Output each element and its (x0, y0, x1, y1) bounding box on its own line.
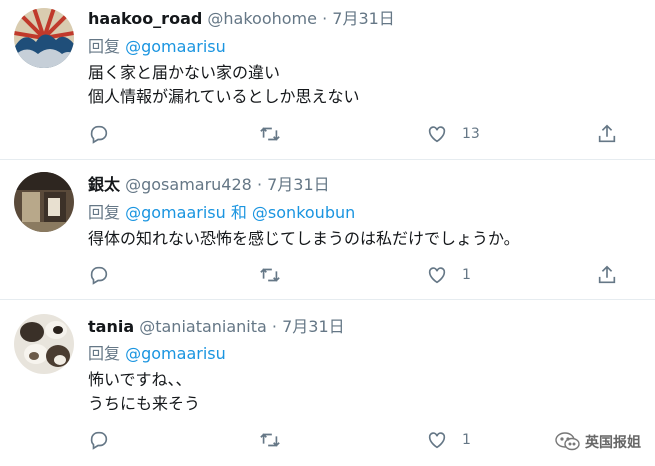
reply-context: 回复 @gomaarisu 和 @sonkoubun (88, 202, 355, 224)
user-handle[interactable]: @taniatanianita (139, 317, 267, 336)
separator-dot: · (256, 175, 263, 194)
avatar[interactable] (14, 8, 74, 68)
display-name[interactable]: haakoo_road (88, 9, 202, 28)
like-button[interactable]: 1 (426, 263, 471, 287)
reply-icon (90, 266, 108, 285)
reply-context: 回复 @gomaarisu (88, 343, 226, 365)
tweet-date[interactable]: 7月31日 (267, 175, 330, 194)
share-button[interactable] (596, 122, 618, 146)
tweet-text-line: 個人情報が漏れているとしか思えない (88, 87, 360, 106)
tweet-text-line: 怖いですね、、 (88, 370, 192, 389)
retweet-button[interactable] (258, 122, 282, 146)
retweet-icon (260, 268, 280, 282)
share-button[interactable] (596, 263, 618, 287)
separator-dot: · (322, 9, 328, 28)
display-name[interactable]: 銀太 (88, 175, 120, 194)
tweet-2[interactable]: 銀太 @gosamaru428 · 7月31日 回复 @gomaarisu 和 … (0, 160, 655, 300)
avatar[interactable] (14, 314, 74, 374)
like-count: 1 (462, 267, 471, 283)
tweet-date[interactable]: 7月31日 (332, 9, 395, 28)
retweet-icon (260, 127, 280, 141)
reply-button[interactable] (88, 263, 110, 287)
like-count: 1 (462, 432, 471, 448)
like-button[interactable]: 13 (426, 122, 480, 146)
tweet-header: tania @taniatanianita · 7月31日 (88, 316, 345, 338)
user-handle[interactable]: @gosamaru428 (125, 175, 252, 194)
reply-mentions[interactable]: @gomaarisu 和 @sonkoubun (125, 203, 355, 222)
tweet-header: haakoo_road @hakoohome · 7月31日 (88, 8, 395, 30)
reply-prefix: 回复 (88, 344, 121, 363)
avatar[interactable] (14, 172, 74, 232)
retweet-button[interactable] (258, 428, 282, 452)
tweet-text-line: 得体の知れない恐怖を感じてしまうのは私だけでしょうか。 (88, 229, 520, 248)
tweet-text: 届く家と届かない家の違い 個人情報が漏れているとしか思えない (88, 61, 360, 109)
tweet-header: 銀太 @gosamaru428 · 7月31日 (88, 174, 330, 196)
watermark-text: 英国报姐 (585, 435, 641, 451)
separator-dot: · (271, 317, 278, 336)
reply-prefix: 回复 (88, 37, 121, 56)
display-name[interactable]: tania (88, 317, 134, 336)
tweet-text: 得体の知れない恐怖を感じてしまうのは私だけでしょうか。 (88, 227, 520, 251)
tweet-actions: 13 (0, 122, 655, 146)
reply-context: 回复 @gomaarisu (88, 36, 226, 58)
reply-button[interactable] (88, 122, 110, 146)
reply-icon (90, 125, 108, 144)
heart-icon (428, 267, 446, 284)
user-handle[interactable]: @hakoohome (207, 9, 317, 28)
heart-icon (428, 432, 446, 449)
like-count: 13 (462, 126, 480, 142)
reply-mentions[interactable]: @gomaarisu (125, 37, 226, 56)
watermark: 英国报姐 (555, 432, 641, 452)
tweet-actions: 1 (0, 263, 655, 287)
reply-button[interactable] (88, 428, 110, 452)
reply-prefix: 回复 (88, 203, 121, 222)
tweet-text: 怖いですね、、 うちにも来そう (88, 368, 200, 416)
retweet-icon (260, 433, 280, 447)
retweet-button[interactable] (258, 263, 282, 287)
wechat-icon (555, 432, 580, 451)
tweet-date[interactable]: 7月31日 (282, 317, 345, 336)
share-icon (598, 124, 616, 143)
tweet-text-line: 届く家と届かない家の違い (88, 63, 281, 82)
reply-icon (90, 431, 108, 450)
like-button[interactable]: 1 (426, 428, 471, 452)
share-icon (598, 265, 616, 284)
tweet-text-line: うちにも来そう (88, 394, 201, 413)
reply-mentions[interactable]: @gomaarisu (125, 344, 226, 363)
heart-icon (428, 126, 446, 143)
tweet-1[interactable]: haakoo_road @hakoohome · 7月31日 回复 @gomaa… (0, 0, 655, 160)
